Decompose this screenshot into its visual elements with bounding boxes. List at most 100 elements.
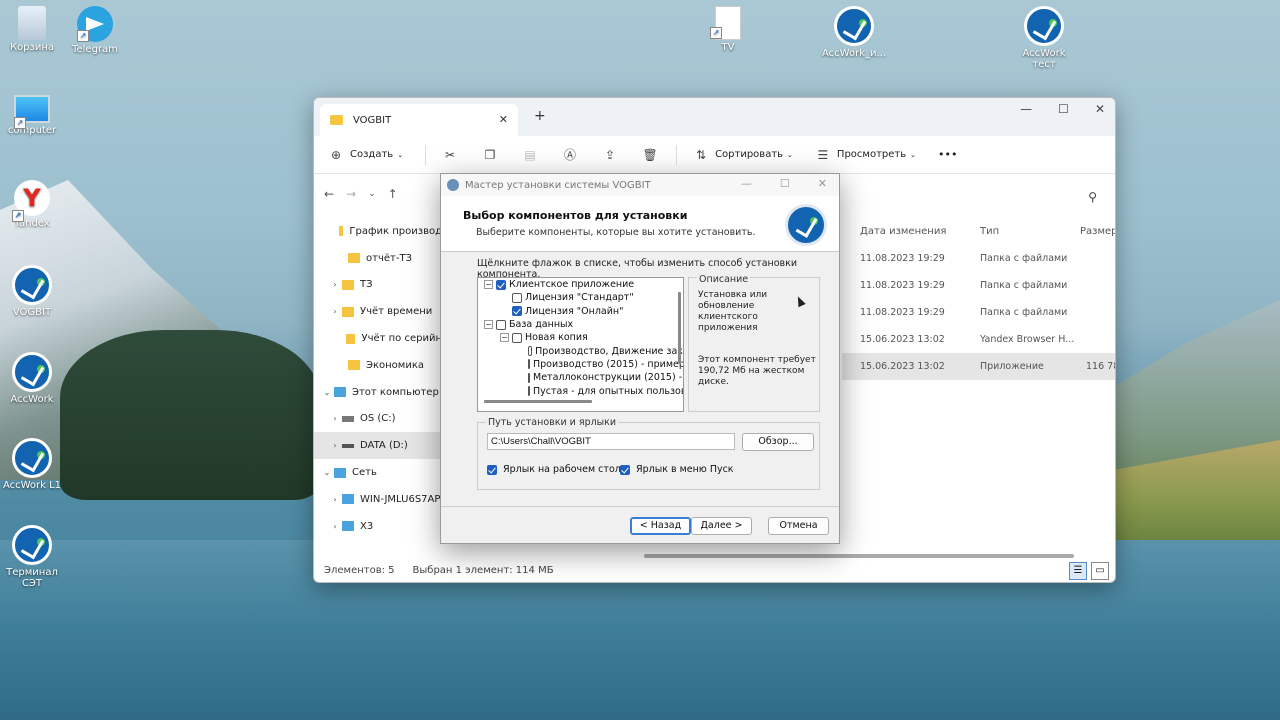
back-button[interactable]: < Назад	[630, 517, 691, 535]
details-view-icon[interactable]: ☰	[1069, 562, 1087, 580]
component-checkbox[interactable]	[496, 319, 506, 330]
component-item[interactable]: − База данных	[478, 318, 683, 331]
column-header-date[interactable]: Дата изменения	[860, 226, 946, 237]
component-checkbox[interactable]	[528, 372, 530, 383]
desktop-icon-accwork-test[interactable]: AccWork тест	[1012, 6, 1076, 70]
view-button[interactable]: ☰ Просмотреть ⌄	[815, 147, 916, 163]
more-button[interactable]: •••	[938, 148, 957, 161]
tree-item[interactable]: ⌄ Этот компьютер	[314, 379, 442, 406]
component-item[interactable]: Лицензия "Стандарт"	[478, 291, 683, 304]
desktop-icon-accwork[interactable]: AccWork	[0, 352, 64, 405]
rename-icon[interactable]: Ⓐ	[562, 147, 578, 163]
install-path-input[interactable]	[487, 433, 735, 450]
chevron-right-icon[interactable]: ›	[328, 495, 342, 504]
table-row[interactable]: 15.06.2023 13:02 Приложение 116 78	[842, 353, 1115, 380]
desktop-icon-vogbit[interactable]: VOGBIT	[0, 265, 64, 318]
computer-icon	[342, 521, 354, 532]
tree-item[interactable]: › X3	[314, 513, 442, 540]
desktop-icon-tv[interactable]: ↗ TV	[696, 6, 760, 53]
start-menu-shortcut-checkbox[interactable]	[620, 464, 630, 475]
paste-icon[interactable]: ▤	[522, 147, 538, 163]
next-button[interactable]: Далее >	[691, 517, 752, 535]
tree-item[interactable]: Экономика	[314, 352, 442, 379]
component-item[interactable]: − Клиентское приложение	[478, 278, 683, 291]
back-arrow-icon[interactable]: ←	[324, 187, 334, 201]
up-arrow-icon[interactable]: ↑	[388, 187, 398, 201]
close-tab-icon[interactable]: ✕	[499, 113, 508, 126]
recent-chevron-icon[interactable]: ⌄	[368, 189, 376, 199]
column-header-size[interactable]: Размер	[1080, 226, 1115, 237]
start-menu-shortcut-option[interactable]: Ярлык в меню Пуск	[620, 464, 734, 475]
tree-item[interactable]: › DATA (D:)	[314, 432, 442, 460]
delete-icon[interactable]: 🗑	[642, 147, 658, 163]
table-row[interactable]: 11.08.2023 19:29 Папка с файлами	[854, 299, 1115, 326]
desktop-icon-terminal-set[interactable]: Терминал СЭТ	[0, 525, 64, 589]
forward-arrow-icon[interactable]: →	[346, 187, 356, 201]
search-icon[interactable]: ⚲	[1088, 190, 1097, 204]
chevron-right-icon[interactable]: ›	[328, 307, 342, 316]
component-checkbox[interactable]	[512, 306, 522, 317]
tree-item[interactable]: › OS (C:)	[314, 406, 442, 433]
tree-item[interactable]: › Учёт времени	[314, 298, 442, 325]
component-item[interactable]: Металлоконструкции (2015) - г	[478, 371, 683, 384]
create-button[interactable]: ⊕ Создать ⌄	[328, 147, 403, 163]
copy-icon[interactable]: ❐	[482, 147, 498, 163]
collapse-icon[interactable]: −	[500, 333, 509, 343]
tree-item[interactable]: отчёт-ТЗ	[314, 245, 442, 272]
collapse-icon[interactable]: −	[484, 320, 493, 330]
browse-button[interactable]: Обзор...	[742, 433, 814, 451]
tree-item[interactable]: › WIN-JMLU6S7AP	[314, 486, 442, 513]
sort-button[interactable]: ⇅ Сортировать ⌄	[693, 147, 793, 163]
component-checkbox[interactable]	[512, 332, 522, 343]
tree-item[interactable]: ⌄ Сеть	[314, 459, 442, 486]
cancel-button[interactable]: Отмена	[768, 517, 829, 535]
maximize-icon[interactable]: ☐	[780, 177, 790, 190]
desktop-icon-recycle-bin[interactable]: Корзина	[0, 6, 64, 53]
component-item[interactable]: Лицензия "Онлайн"	[478, 305, 683, 318]
component-checkbox[interactable]	[496, 279, 506, 290]
chevron-right-icon[interactable]: ›	[328, 522, 342, 531]
share-icon[interactable]: ⇪	[602, 147, 618, 163]
component-item[interactable]: Производство, Движение зак	[478, 344, 683, 357]
collapse-icon[interactable]: −	[484, 280, 493, 290]
component-checkbox[interactable]	[512, 292, 522, 303]
component-item[interactable]: Производство (2015) - пример	[478, 358, 683, 371]
desktop-shortcut-option[interactable]: Ярлык на рабочем столе	[487, 464, 627, 475]
explorer-tab[interactable]: VOGBIT ✕	[320, 104, 518, 136]
maximize-icon[interactable]: ☐	[1058, 102, 1069, 116]
vertical-scrollbar[interactable]	[678, 292, 681, 364]
chevron-right-icon[interactable]: ›	[328, 414, 342, 423]
close-icon[interactable]: ✕	[1095, 102, 1105, 116]
tree-item[interactable]: Учёт по серийн	[314, 325, 442, 352]
tree-item[interactable]: › ТЗ	[314, 272, 442, 299]
desktop-icon-computer[interactable]: ↗ computer	[0, 95, 64, 136]
cut-icon[interactable]: ✂	[442, 147, 458, 163]
table-row[interactable]: 15.06.2023 13:02 Yandex Browser H...	[854, 326, 1115, 353]
chevron-right-icon[interactable]: ›	[328, 441, 342, 450]
desktop-icon-accwork-copy[interactable]: AccWork_и...	[822, 6, 886, 59]
horizontal-scrollbar[interactable]	[644, 554, 1074, 558]
column-header-type[interactable]: Тип	[980, 226, 999, 237]
desktop-icon-yandex[interactable]: Y ↗ Yandex	[0, 180, 64, 229]
desktop-icon-accwork-l1[interactable]: AccWork L1	[0, 438, 64, 491]
table-row[interactable]: 11.08.2023 19:29 Папка с файлами	[854, 245, 1115, 272]
desktop-shortcut-checkbox[interactable]	[487, 464, 497, 475]
component-checkbox[interactable]	[528, 359, 530, 370]
component-item[interactable]: − Новая копия	[478, 331, 683, 344]
tiles-view-icon[interactable]: ▭	[1091, 562, 1109, 580]
chevron-right-icon[interactable]: ›	[328, 280, 342, 289]
horizontal-scrollbar[interactable]	[484, 400, 592, 403]
component-checkbox[interactable]	[528, 346, 533, 357]
table-row[interactable]: 11.08.2023 19:29 Папка с файлами	[854, 272, 1115, 299]
chevron-down-icon[interactable]: ⌄	[320, 388, 334, 397]
desktop-icon-telegram[interactable]: ↗ Telegram	[63, 6, 127, 55]
new-tab-icon[interactable]: +	[534, 108, 546, 124]
minimize-icon[interactable]: —	[741, 177, 752, 190]
setup-wizard-dialog: Мастер установки системы VOGBIT — ☐ ✕ Вы…	[440, 173, 840, 544]
component-checkbox[interactable]	[528, 386, 530, 397]
component-item[interactable]: Пустая - для опытных пользов	[478, 384, 683, 397]
minimize-icon[interactable]: —	[1020, 102, 1032, 116]
tree-item[interactable]: График производ	[314, 218, 442, 245]
close-icon[interactable]: ✕	[818, 177, 827, 190]
chevron-down-icon[interactable]: ⌄	[320, 468, 334, 477]
